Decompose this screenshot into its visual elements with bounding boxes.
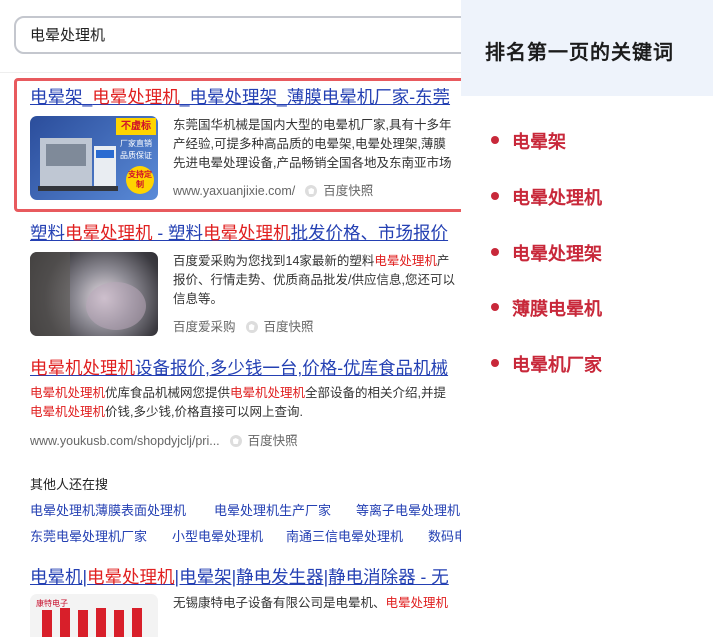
related-search-item[interactable]: 小型电晕处理机 xyxy=(172,526,263,545)
text-segment: - 塑料 xyxy=(152,223,204,243)
text-segment: |电晕架|静电发生器|静电消除器 - 无 xyxy=(174,567,449,587)
related-search-item[interactable]: 电晕处理机薄膜表面处理机 xyxy=(30,500,186,519)
search-input[interactable] xyxy=(30,26,450,43)
related-search-item[interactable]: 等离子电晕处理机 xyxy=(356,500,460,519)
text-segment: 电晕机| xyxy=(30,567,88,587)
shield-icon xyxy=(229,435,242,447)
snapshot-link[interactable]: 百度快照 xyxy=(264,320,314,334)
text-segment: 无锡康特电子设备有限公司是电晕机、 xyxy=(173,596,386,610)
product-image xyxy=(42,608,142,637)
highlighted-term: 电晕机处理机 xyxy=(30,358,135,378)
snapshot-link[interactable]: 百度快照 xyxy=(248,434,298,448)
result-2-meta: 百度爱采购 百度快照 xyxy=(173,318,461,336)
bullet-icon xyxy=(491,359,499,367)
text-segment: 价钱,多少钱,价格直接可以网上查询. xyxy=(105,405,303,419)
result-4-snippet: 无锡康特电子设备有限公司是电晕机、电晕处理机 xyxy=(173,594,461,613)
keyword-item: 电晕处理架 xyxy=(491,240,602,266)
related-search-item[interactable]: 电晕处理机生产厂家 xyxy=(214,500,331,519)
highlighted-term: 电晕机处理机 xyxy=(230,386,306,400)
result-3-url[interactable]: www.youkusb.com/shopdyjclj/pri... xyxy=(30,434,220,448)
related-search-item[interactable]: 东莞电晕处理机厂家 xyxy=(30,526,147,545)
result-2-title[interactable]: 塑料电晕处理机 - 塑料电晕处理机批发价格、市场报价 xyxy=(30,222,461,244)
highlighted-term: 电晕处理机 xyxy=(87,567,175,587)
text-segment: 设备报价,多少钱一台,价格-优库食品机械 xyxy=(135,358,449,378)
text-segment: 产 xyxy=(436,254,450,268)
highlight-frame xyxy=(14,78,461,212)
result-4-thumbnail[interactable]: 康特电子 xyxy=(30,594,158,637)
text-segment: 优库食品机械网您提供 xyxy=(105,386,231,400)
highlighted-term: 电晕处理机 xyxy=(203,223,291,243)
keyword-item: 薄膜电晕机 xyxy=(491,295,602,321)
keyword-item: 电晕处理机 xyxy=(491,184,602,210)
related-search-item[interactable]: 南通三信电晕处理机 xyxy=(286,526,403,545)
highlighted-term: 电晕机处理机 xyxy=(30,405,106,419)
highlighted-term: 电晕处理机 xyxy=(65,223,153,243)
search-results-area: 电晕架_电晕处理机_电晕处理架_薄膜电晕机厂家-东莞 不虚标 厂家直销 品质保证… xyxy=(0,0,461,637)
text-segment: 报价、行情走势、优质商品批发/供应信息,您还可以 xyxy=(173,273,455,287)
highlighted-term: 电晕处理机 xyxy=(374,254,437,268)
related-search-item[interactable]: 数码电 xyxy=(428,526,461,545)
text-segment: 批发价格、市场报价 xyxy=(290,223,449,243)
keyword-item: 电晕架 xyxy=(491,128,566,154)
keyword-item: 电晕机厂家 xyxy=(491,351,602,377)
keyword-panel-header: 排名第一页的关键词 xyxy=(461,0,713,96)
text-segment: 全部设备的相关介绍,并提 xyxy=(305,386,447,400)
shield-icon xyxy=(245,321,258,333)
result-2-snippet: 百度爱采购为您找到14家最新的塑料电晕处理机产 报价、行情走势、优质商品批发/供… xyxy=(173,252,461,309)
keyword-panel: 排名第一页的关键词 电晕架 电晕处理机 电晕处理架 薄膜电晕机 电晕机厂家 xyxy=(461,0,713,637)
result-4-title[interactable]: 电晕机|电晕处理机|电晕架|静电发生器|静电消除器 - 无 xyxy=(30,566,461,588)
bullet-icon xyxy=(491,192,499,200)
result-3-title[interactable]: 电晕机处理机设备报价,多少钱一台,价格-优库食品机械 xyxy=(30,357,461,379)
highlighted-term: 电晕处理机 xyxy=(385,596,449,610)
result-3-meta: www.youkusb.com/shopdyjclj/pri... 百度快照 xyxy=(30,432,461,450)
bullet-icon xyxy=(491,303,499,311)
bullet-icon xyxy=(491,248,499,256)
search-box[interactable] xyxy=(14,16,461,54)
result-3-snippet: 电晕机处理机优库食品机械网您提供电晕机处理机全部设备的相关介绍,并提 电晕机处理… xyxy=(30,384,461,422)
roller-image xyxy=(30,252,146,336)
result-2-thumbnail[interactable] xyxy=(30,252,158,336)
text-segment: 塑料 xyxy=(30,223,65,243)
highlighted-term: 电晕机处理机 xyxy=(30,386,106,400)
related-searches-heading: 其他人还在搜 xyxy=(30,477,109,492)
result-2-source[interactable]: 百度爱采购 xyxy=(173,320,236,334)
keyword-panel-title: 排名第一页的关键词 xyxy=(485,42,674,64)
text-segment: 信息等。 xyxy=(173,292,224,306)
bullet-icon xyxy=(491,136,499,144)
text-segment: 百度爱采购为您找到14家最新的塑料 xyxy=(173,254,375,268)
search-header xyxy=(0,0,461,73)
